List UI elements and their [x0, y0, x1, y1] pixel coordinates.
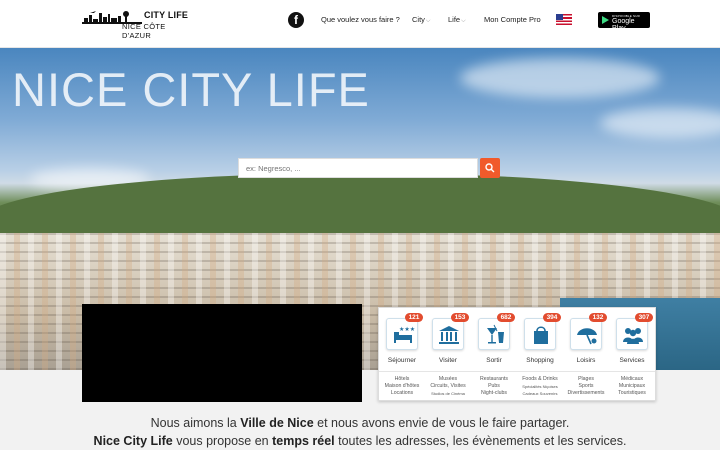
- category-label: Séjourner: [387, 357, 417, 364]
- svg-text:★★★: ★★★: [399, 326, 415, 333]
- count-badge: 394: [543, 313, 561, 322]
- count-badge: 121: [405, 313, 423, 322]
- divider: [379, 371, 425, 372]
- count-badge: 153: [451, 313, 469, 322]
- divider: [471, 371, 517, 372]
- hotel-bed-icon: ★★★: [386, 318, 418, 350]
- category-sejourner[interactable]: ★★★ 121 Séjourner Hôtels Maison d'hôtes …: [379, 308, 425, 402]
- hero-title: NICE CITY LIFE: [12, 63, 370, 116]
- logo-subtitle: NICE CÔTE D'AZUR: [122, 22, 166, 40]
- us-flag-icon[interactable]: [556, 14, 572, 25]
- category-panel: ★★★ 121 Séjourner Hôtels Maison d'hôtes …: [378, 307, 656, 401]
- category-label: Loisirs: [576, 357, 596, 364]
- google-play-icon: [602, 16, 609, 24]
- category-loisirs[interactable]: 132 Loisirs Plages Sports Divertissement…: [563, 308, 609, 402]
- category-services[interactable]: 307 Services Médicaux Municipaux Tourist…: [609, 308, 655, 402]
- cocktail-icon: [478, 318, 510, 350]
- category-subitems: Musées Circuits, Visites Studios de Ciné…: [430, 376, 466, 396]
- search-input[interactable]: [238, 158, 478, 178]
- chevron-down-icon: ⌵: [425, 18, 431, 24]
- google-play-badge[interactable]: DISPONIBLE SUR Google Play: [598, 12, 650, 32]
- facebook-icon[interactable]: f: [288, 12, 304, 28]
- chevron-down-icon: ⌵: [461, 18, 466, 24]
- divider: [517, 371, 563, 372]
- shopping-bag-icon: [524, 318, 556, 350]
- category-subitems: Hôtels Maison d'hôtes Locations: [384, 376, 420, 396]
- nav-city[interactable]: City⌵: [412, 15, 430, 25]
- count-badge: 307: [635, 313, 653, 322]
- category-label: Visiter: [439, 357, 457, 364]
- nav-mon-compte-pro[interactable]: Mon Compte Pro: [484, 15, 541, 24]
- category-subitems: Restaurants Pubs Night-clubs: [480, 376, 508, 396]
- count-badge: 132: [589, 313, 607, 322]
- people-icon: [616, 318, 648, 350]
- logo-title: CITY LIFE: [144, 10, 189, 20]
- site-logo[interactable]: CITY LIFE NICE CÔTE D'AZUR: [82, 8, 190, 40]
- category-shopping[interactable]: 394 Shopping Foods & Drinks Spécialités …: [517, 308, 563, 402]
- divider: [425, 371, 471, 372]
- nav-life[interactable]: Life⌵: [448, 15, 466, 25]
- search-bar: [238, 158, 500, 178]
- video-player[interactable]: [82, 304, 362, 402]
- intro-line-1: Nous aimons la Ville de Nice et nous avo…: [150, 416, 570, 430]
- category-visiter[interactable]: 153 Visiter Musées Circuits, Visites Stu…: [425, 308, 471, 402]
- cloud: [600, 108, 720, 138]
- category-subitems: Foods & Drinks Spécialités Niçoises Cade…: [522, 376, 558, 396]
- divider: [563, 371, 609, 372]
- category-label: Services: [619, 357, 645, 364]
- cloud: [460, 58, 660, 98]
- search-icon: [485, 163, 495, 173]
- nav-que-voulez-vous-faire[interactable]: Que voulez vous faire ?: [321, 15, 400, 24]
- intro-line-2: Nice City Life vous propose en temps rée…: [93, 434, 627, 448]
- category-label: Shopping: [526, 357, 554, 364]
- category-subitems: Plages Sports Divertissements: [567, 376, 605, 396]
- search-button[interactable]: [480, 158, 500, 178]
- category-sortir[interactable]: 682 Sortir Restaurants Pubs Night-clubs: [471, 308, 517, 402]
- category-subitems: Médicaux Municipaux Touristiques: [618, 376, 646, 396]
- site-header: CITY LIFE NICE CÔTE D'AZUR f Que voulez …: [0, 0, 720, 48]
- museum-icon: [432, 318, 464, 350]
- intro-text: Nous aimons la Ville de Nice et nous avo…: [0, 414, 720, 450]
- beach-umbrella-icon: [570, 318, 602, 350]
- count-badge: 682: [497, 313, 515, 322]
- divider: [609, 371, 655, 372]
- category-label: Sortir: [486, 357, 502, 364]
